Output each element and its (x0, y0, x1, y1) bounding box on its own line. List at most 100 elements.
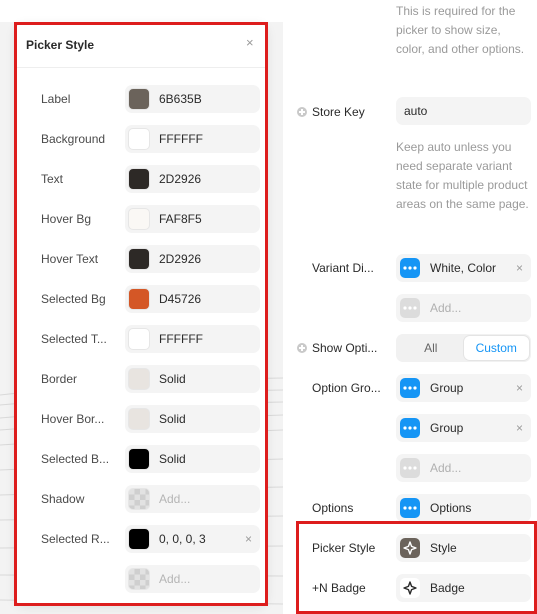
style-value-text: FFFFFF (159, 332, 203, 346)
dots-icon (400, 418, 420, 438)
popover-title: Picker Style (26, 38, 95, 52)
show-options-custom[interactable]: Custom (463, 336, 529, 360)
dots-icon (400, 378, 420, 398)
plus-circle-icon[interactable] (297, 343, 307, 353)
color-swatch[interactable] (128, 368, 150, 390)
style-row-label: Hover Bg (41, 212, 92, 226)
show-options-all[interactable]: All (398, 336, 464, 360)
style-row-label: Text (41, 172, 64, 186)
store-key-input[interactable]: auto (396, 97, 531, 125)
picker-required-help: This is required for the picker to show … (396, 4, 525, 56)
color-swatch[interactable] (128, 488, 150, 510)
option-group-chip[interactable]: Group × (396, 374, 531, 402)
option-groups-label: Option Gro... (312, 381, 381, 395)
variant-display-add-text: Add... (430, 301, 462, 315)
remove-option-group-icon[interactable]: × (516, 421, 523, 435)
style-add-field[interactable]: Add... (125, 485, 260, 513)
remove-option-group-icon[interactable]: × (516, 381, 523, 395)
store-key-label: Store Key (312, 105, 365, 119)
color-swatch[interactable] (128, 88, 150, 110)
style-value-field[interactable]: 0, 0, 0, 3 × (125, 525, 260, 553)
style-value-text: Add... (159, 572, 191, 586)
variant-display-value: White, Color (430, 261, 497, 275)
options-value: Options (430, 501, 472, 515)
color-swatch[interactable] (128, 408, 150, 430)
option-group-value: Group (430, 381, 464, 395)
style-row: Selected B... Solid (14, 445, 268, 473)
style-value-field[interactable]: Solid (125, 405, 260, 433)
style-value-field[interactable]: FFFFFF (125, 125, 260, 153)
style-row: Hover Text 2D2926 (14, 245, 268, 273)
color-swatch[interactable] (128, 448, 150, 470)
color-swatch[interactable] (128, 528, 150, 550)
style-row: Label 6B635B (14, 85, 268, 113)
sparkle-icon (400, 578, 420, 598)
style-row-label: Selected T... (41, 332, 107, 346)
remove-variant-display-icon[interactable]: × (516, 261, 523, 275)
style-row: Hover Bg FAF8F5 (14, 205, 268, 233)
option-group-add[interactable]: Add... (396, 454, 531, 482)
style-value-field[interactable]: FFFFFF (125, 325, 260, 353)
store-key-help: Keep auto unless you need separate varia… (396, 140, 529, 211)
option-group-add-text: Add... (430, 461, 462, 475)
color-swatch[interactable] (128, 208, 150, 230)
style-value-text: Add... (159, 492, 191, 506)
dots-icon (400, 298, 420, 318)
n-badge-label: +N Badge (312, 581, 366, 595)
sparkle-icon (400, 538, 420, 558)
n-badge-value: Badge (430, 581, 465, 595)
style-value-field[interactable]: 2D2926 (125, 245, 260, 273)
picker-style-label: Picker Style (312, 541, 376, 555)
style-value-text: FAF8F5 (159, 212, 202, 226)
style-value-text: 2D2926 (159, 172, 202, 186)
style-row-label: Selected R... (41, 532, 110, 546)
color-swatch[interactable] (128, 568, 150, 590)
picker-style-popover: Picker Style × Label 6B635B Background FFFF… (14, 22, 268, 606)
popover-header: Picker Style × (14, 22, 268, 68)
picker-style-chip[interactable]: Style (396, 534, 531, 562)
color-swatch[interactable] (128, 128, 150, 150)
style-value-text: Solid (159, 412, 186, 426)
style-row-label: Shadow (41, 492, 85, 506)
variant-display-chip[interactable]: White, Color × (396, 254, 531, 282)
color-swatch[interactable] (128, 248, 150, 270)
variant-display-add[interactable]: Add... (396, 294, 531, 322)
style-row: Text 2D2926 (14, 165, 268, 193)
option-group-value: Group (430, 421, 464, 435)
style-value-text: Solid (159, 372, 186, 386)
variant-display-label: Variant Di... (312, 261, 374, 275)
style-row: Hover Bor... Solid (14, 405, 268, 433)
color-swatch[interactable] (128, 328, 150, 350)
style-value-field[interactable]: Solid (125, 445, 260, 473)
style-row: Selected R... 0, 0, 0, 3 × (14, 525, 268, 553)
style-value-field[interactable]: 6B635B (125, 85, 260, 113)
style-row-label: Background (41, 132, 106, 146)
style-value-field[interactable]: Solid (125, 365, 260, 393)
style-row-label: Border (41, 372, 78, 386)
close-icon[interactable]: × (246, 35, 254, 51)
style-value-field[interactable]: D45726 (125, 285, 260, 313)
style-row-label: Selected B... (41, 452, 110, 466)
style-value-text: FFFFFF (159, 132, 203, 146)
style-row: Shadow Add... (14, 485, 268, 513)
style-value-field[interactable]: FAF8F5 (125, 205, 260, 233)
style-row: Selected Bg D45726 (14, 285, 268, 313)
style-value-field[interactable]: 2D2926 (125, 165, 260, 193)
style-value-text: 0, 0, 0, 3 (159, 532, 206, 546)
style-value-text: Solid (159, 452, 186, 466)
show-options-label: Show Opti... (312, 341, 378, 355)
style-row: Background FFFFFF (14, 125, 268, 153)
style-row-label: Hover Text (41, 252, 99, 266)
style-row-label: Label (41, 92, 71, 106)
options-chip[interactable]: Options (396, 494, 531, 522)
remove-icon[interactable]: × (245, 532, 252, 546)
plus-circle-icon[interactable] (297, 107, 307, 117)
option-group-chip[interactable]: Group × (396, 414, 531, 442)
n-badge-chip[interactable]: Badge (396, 574, 531, 602)
dots-icon (400, 458, 420, 478)
options-label: Options (312, 501, 354, 515)
style-add-field[interactable]: Add... (125, 565, 260, 593)
show-options-segmented: All Custom (396, 334, 531, 362)
color-swatch[interactable] (128, 168, 150, 190)
color-swatch[interactable] (128, 288, 150, 310)
